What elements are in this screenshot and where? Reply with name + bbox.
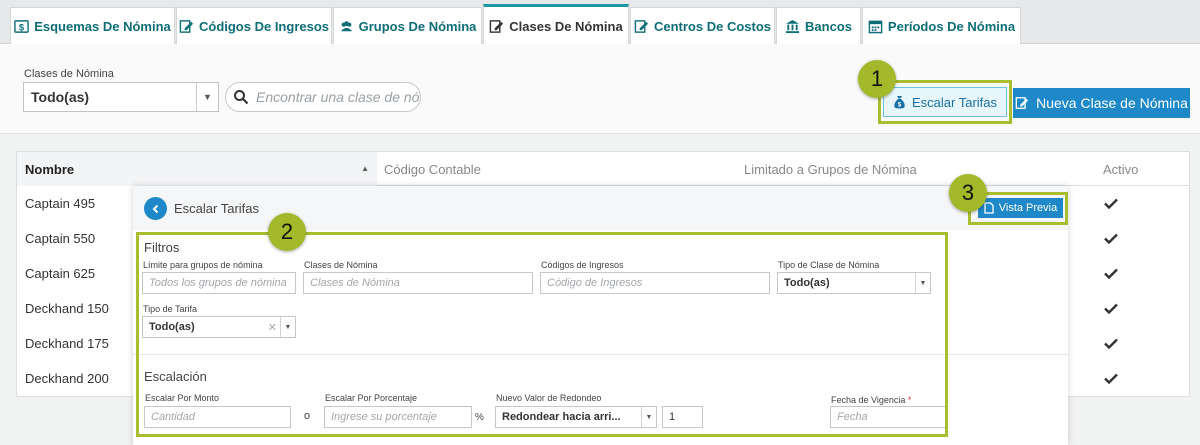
class-filter-select[interactable]: Todo(as) ▼ [23, 82, 219, 112]
callout-2-highlight [136, 232, 948, 437]
callout-1-highlight [878, 80, 1012, 124]
chevron-down-icon: ▼ [196, 83, 218, 111]
search-input[interactable]: Encontrar una clase de nó [225, 82, 421, 112]
tab-label: Períodos De Nómina [887, 18, 1016, 34]
new-class-button[interactable]: Nueva Clase de Nómina [1013, 88, 1190, 118]
bank-icon [785, 19, 800, 33]
calendar-icon [868, 20, 883, 33]
row-name: Deckhand 175 [25, 336, 109, 351]
tab-payroll-groups[interactable]: Grupos De Nómina [333, 7, 482, 44]
back-button[interactable] [144, 197, 167, 220]
checkmark-icon [1104, 198, 1118, 209]
svg-text:$: $ [19, 22, 25, 32]
callout-badge-1: 1 [858, 60, 896, 98]
tab-label: Grupos De Nómina [358, 18, 477, 34]
checkmark-icon [1104, 268, 1118, 279]
tab-payroll-schemes[interactable]: $ Esquemas De Nómina [10, 7, 175, 44]
row-name: Deckhand 150 [25, 301, 109, 316]
class-filter-label: Clases de Nómina [24, 68, 114, 80]
tab-label: Códigos De Ingresos [198, 18, 330, 34]
tab-label: Clases De Nómina [509, 18, 623, 34]
class-filter-value: Todo(as) [31, 89, 90, 105]
search-placeholder: Encontrar una clase de nó [256, 89, 420, 105]
checkmark-icon [1104, 303, 1118, 314]
tab-earnings-codes[interactable]: Códigos De Ingresos [176, 7, 332, 44]
checkmark-icon [1104, 373, 1118, 384]
column-header-name[interactable]: Nombre ▲ [17, 152, 377, 186]
dollar-icon: $ [14, 19, 29, 33]
edit-document-icon [489, 19, 504, 33]
column-header-accounting-code[interactable]: Código Contable [384, 152, 684, 186]
search-icon [234, 90, 249, 105]
checkmark-icon [1104, 338, 1118, 349]
users-icon [340, 20, 352, 31]
edit-document-icon [1015, 97, 1029, 109]
row-name: Deckhand 200 [25, 371, 109, 386]
tab-banks[interactable]: Bancos [776, 7, 861, 44]
new-class-label: Nueva Clase de Nómina [1036, 95, 1188, 111]
checkmark-icon [1104, 233, 1118, 244]
tab-label: Centros De Costos [653, 18, 772, 34]
filter-bar: Clases de Nómina Todo(as) ▼ Encontrar un… [0, 44, 1200, 134]
edit-document-icon [179, 19, 194, 33]
sort-asc-icon: ▲ [361, 164, 369, 173]
row-name: Captain 550 [25, 231, 96, 246]
table-header: Nombre ▲ Código Contable Limitado a Grup… [17, 152, 1189, 186]
column-header-group-limit[interactable]: Limitado a Grupos de Nómina [744, 152, 1044, 186]
tab-payroll-periods[interactable]: Períodos De Nómina [862, 7, 1021, 44]
tab-bar: $ Esquemas De Nómina Códigos De Ingresos… [0, 0, 1200, 45]
tab-label: Esquemas De Nómina [34, 18, 171, 34]
panel-title: Escalar Tarifas [174, 201, 260, 216]
edit-document-icon [634, 19, 649, 33]
callout-badge-2: 2 [268, 213, 306, 251]
callout-badge-3: 3 [949, 174, 987, 212]
chevron-left-icon [152, 204, 158, 213]
row-name: Captain 625 [25, 266, 96, 281]
tab-label: Bancos [805, 18, 852, 34]
row-name: Captain 495 [25, 196, 96, 211]
tab-cost-centers[interactable]: Centros De Costos [630, 7, 775, 44]
tab-payroll-classes[interactable]: Clases De Nómina [483, 4, 629, 45]
column-header-active[interactable]: Activo [1103, 152, 1183, 186]
